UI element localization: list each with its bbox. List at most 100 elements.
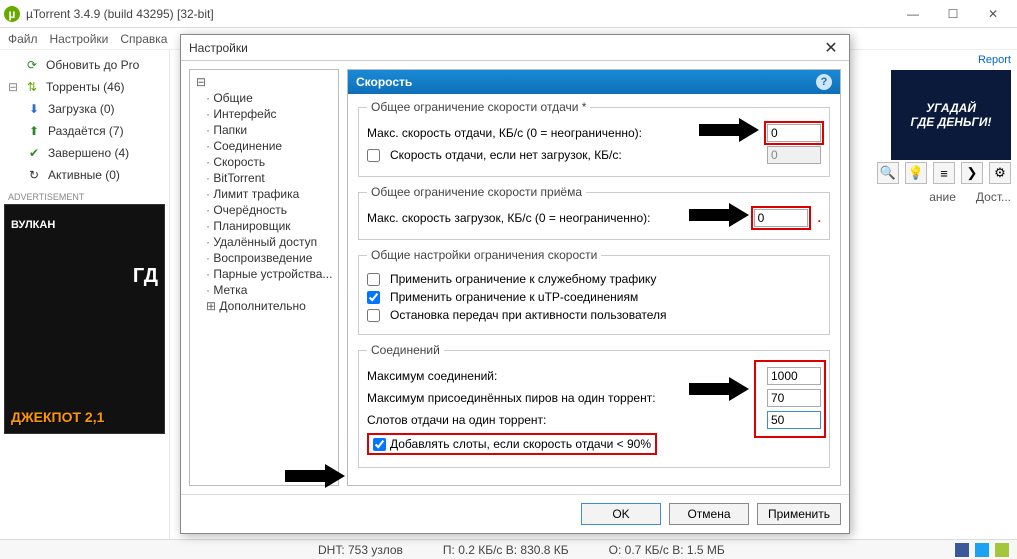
group-global-settings: Общие настройки ограничения скорости При… (358, 248, 830, 335)
max-peers-input[interactable] (767, 389, 821, 407)
social-icons (955, 543, 1009, 557)
sidebar-active[interactable]: ↻Активные (0) (0, 164, 169, 186)
sidebar-upgrade[interactable]: ⟳Обновить до Pro (0, 54, 169, 76)
max-download-label: Макс. скорость загрузок, КБ/с (0 = неогр… (367, 211, 748, 225)
tree-connection[interactable]: Соединение (196, 138, 332, 154)
tree-bandwidth[interactable]: Лимит трафика (196, 186, 332, 202)
ad-vulkan-text: ВУЛКАН (11, 219, 55, 231)
window-title: µTorrent 3.4.9 (build 43295) [32-bit] (26, 7, 893, 21)
max-upload-label: Макс. скорость отдачи, КБ/с (0 = неогран… (367, 126, 761, 140)
sidebar-downloading[interactable]: ⬇Загрузка (0) (0, 98, 169, 120)
android-icon[interactable] (995, 543, 1009, 557)
report-link[interactable]: Report (978, 54, 1011, 66)
status-download: О: 0.7 КБ/с В: 1.5 МБ (609, 543, 725, 557)
tree-paired[interactable]: Парные устройства... (196, 266, 332, 282)
panel-header: Скорость ? (348, 70, 840, 94)
max-conn-label: Максимум соединений: (367, 369, 761, 383)
sidebar-upgrade-label: Обновить до Pro (46, 58, 139, 72)
gear-button[interactable]: ⚙ (989, 162, 1011, 184)
tree-label[interactable]: Метка (196, 282, 332, 298)
main-titlebar: µ µTorrent 3.4.9 (build 43295) [32-bit] … (0, 0, 1017, 28)
rss-button[interactable]: ≡ (933, 162, 955, 184)
right-toolbar: 🔍 💡 ≡ ❯ ⚙ (877, 162, 1011, 184)
tree-queue[interactable]: Очерёдность (196, 202, 332, 218)
sidebar-downloading-label: Загрузка (0) (48, 102, 115, 116)
dialog-title: Настройки (189, 41, 821, 55)
sidebar-seeding[interactable]: ⬆Раздаётся (7) (0, 120, 169, 142)
ad-jackpot-text: ДЖЕКПОТ 2,1 (11, 409, 104, 425)
max-peers-label: Максимум присоединённых пиров на один то… (367, 391, 761, 405)
ok-button[interactable]: OK (581, 503, 661, 525)
statusbar: DHT: 753 узлов П: 0.2 КБ/с В: 830.8 КБ О… (0, 539, 1017, 559)
tree-root (196, 74, 332, 90)
tree-interface[interactable]: Интерфейс (196, 106, 332, 122)
dialog-button-bar: OK Отмена Применить (181, 494, 849, 533)
ad2-line1: УГАДАЙ (926, 101, 976, 115)
sidebar-completed[interactable]: ✔Завершено (4) (0, 142, 169, 164)
close-button[interactable]: ✕ (973, 0, 1013, 28)
stop-on-user-checkbox[interactable] (367, 309, 380, 322)
sidebar-torrents-label: Торренты (46) (46, 80, 125, 94)
tree-scheduler[interactable]: Планировщик (196, 218, 332, 234)
group-global-legend: Общие настройки ограничения скорости (367, 248, 601, 262)
status-dht: DHT: 753 узлов (318, 543, 403, 557)
tree-general[interactable]: Общие (196, 90, 332, 106)
group-download-limit: Общее ограничение скорости приёма Макс. … (358, 185, 830, 240)
alt-upload-label: Скорость отдачи, если нет загрузок, КБ/с… (390, 148, 761, 162)
ad2-line2: ГДЕ ДЕНЬГИ! (911, 115, 992, 129)
sidebar-completed-label: Завершено (4) (48, 146, 129, 160)
tree-playback[interactable]: Воспроизведение (196, 250, 332, 266)
max-conn-input[interactable] (767, 367, 821, 385)
minimize-button[interactable]: — (893, 0, 933, 28)
max-upload-input[interactable] (767, 124, 821, 142)
tree-speed[interactable]: Скорость (196, 154, 332, 170)
max-download-input[interactable] (754, 209, 808, 227)
sidebar-torrents[interactable]: ⊟⇅Торренты (46) (0, 76, 169, 98)
twitter-icon[interactable] (975, 543, 989, 557)
help-icon[interactable]: ? (816, 74, 832, 90)
maximize-button[interactable]: ☐ (933, 0, 973, 28)
alt-upload-checkbox[interactable] (367, 149, 380, 162)
apply-utp-checkbox[interactable] (367, 291, 380, 304)
col-header-2[interactable]: Дост... (976, 190, 1011, 204)
bulb-button[interactable]: 💡 (905, 162, 927, 184)
tree-remote[interactable]: Удалённый доступ (196, 234, 332, 250)
slots-label: Слотов отдачи на один торрент: (367, 413, 761, 427)
remote-button[interactable]: ❯ (961, 162, 983, 184)
apply-overhead-checkbox[interactable] (367, 273, 380, 286)
settings-dialog: Настройки ✕ Общие Интерфейс Папки Соедин… (180, 34, 850, 534)
tree-bittorrent[interactable]: BitTorrent (196, 170, 332, 186)
apply-overhead-label: Применить ограничение к служебному трафи… (390, 272, 656, 286)
add-slots-row: Добавлять слоты, если скорость отдачи < … (367, 433, 657, 455)
group-download-legend: Общее ограничение скорости приёма (367, 185, 586, 199)
list-headers: ание Дост... (929, 190, 1011, 204)
ad-label: ADVERTISEMENT (0, 186, 169, 202)
apply-button[interactable]: Применить (757, 503, 841, 525)
tree-advanced[interactable]: Дополнительно (196, 298, 332, 314)
group-connections-legend: Соединений (367, 343, 444, 357)
app-logo-icon: µ (4, 6, 20, 22)
settings-tree[interactable]: Общие Интерфейс Папки Соединение Скорост… (189, 69, 339, 486)
facebook-icon[interactable] (955, 543, 969, 557)
menu-help[interactable]: Справка (120, 32, 167, 46)
menu-file[interactable]: Файл (8, 32, 38, 46)
col-header-1[interactable]: ание (929, 190, 956, 204)
cancel-button[interactable]: Отмена (669, 503, 749, 525)
settings-panel: Скорость ? Общее ограничение скорости от… (347, 69, 841, 486)
dialog-close-button[interactable]: ✕ (821, 38, 841, 58)
group-upload-limit: Общее ограничение скорости отдачи * Макс… (358, 100, 830, 177)
sidebar-active-label: Активные (0) (48, 168, 120, 182)
dialog-titlebar: Настройки ✕ (181, 35, 849, 61)
sidebar: ⟳Обновить до Pro ⊟⇅Торренты (46) ⬇Загруз… (0, 50, 170, 539)
search-button[interactable]: 🔍 (877, 162, 899, 184)
menu-settings[interactable]: Настройки (50, 32, 109, 46)
right-ad[interactable]: УГАДАЙ ГДЕ ДЕНЬГИ! (891, 70, 1011, 160)
annotation-dot: . (818, 211, 821, 225)
alt-upload-input (767, 146, 821, 164)
sidebar-seeding-label: Раздаётся (7) (48, 124, 124, 138)
tree-folders[interactable]: Папки (196, 122, 332, 138)
sidebar-ad[interactable]: ВУЛКАН ГД ДЖЕКПОТ 2,1 (4, 204, 165, 434)
slots-input[interactable] (767, 411, 821, 429)
add-slots-checkbox[interactable] (373, 438, 386, 451)
add-slots-label: Добавлять слоты, если скорость отдачи < … (390, 437, 651, 451)
